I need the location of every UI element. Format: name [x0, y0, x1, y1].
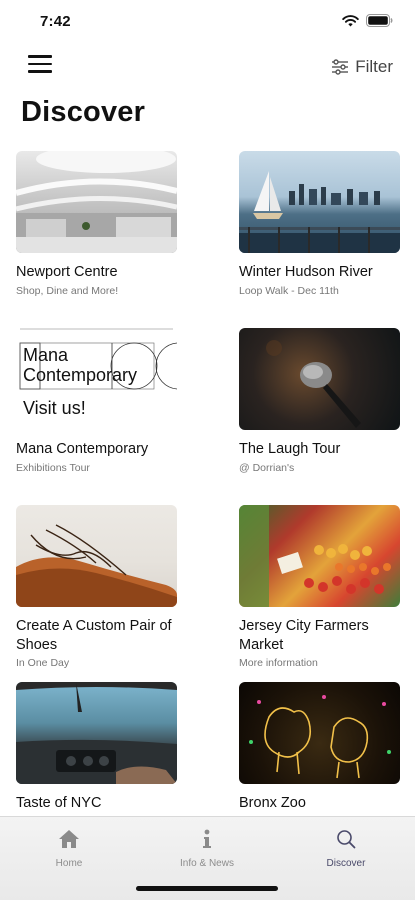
home-indicator[interactable]	[136, 886, 278, 891]
card-title: Taste of NYC	[16, 795, 102, 811]
menu-button[interactable]	[28, 55, 52, 77]
image-text-line: Mana	[23, 345, 69, 365]
tab-discover[interactable]: Discover	[296, 827, 396, 869]
card-subtitle: @ Dorrian's	[239, 461, 295, 474]
status-time: 7:42	[40, 13, 71, 30]
card-taste-of-nyc[interactable]: Taste of NYC	[16, 682, 177, 815]
card-image: Mana Contemporary Visit us!	[16, 328, 177, 430]
status-bar: 7:42	[0, 0, 415, 44]
card-bronx-zoo[interactable]: Bronx Zoo	[239, 682, 400, 815]
card-newport-centre[interactable]: Newport Centre Shop, Dine and More!	[16, 151, 177, 298]
sliders-icon	[331, 59, 349, 75]
card-jersey-city-farmers-market[interactable]: Jersey City Farmers Market More informat…	[239, 505, 400, 670]
card-image	[16, 151, 177, 253]
card-image	[239, 505, 400, 607]
card-image	[239, 682, 400, 784]
tab-info-news[interactable]: Info & News	[157, 827, 257, 869]
tab-label: Info & News	[180, 858, 234, 869]
tab-label: Discover	[326, 858, 366, 869]
tab-label: Home	[55, 858, 83, 869]
card-custom-shoes[interactable]: Create A Custom Pair of Shoes In One Day	[16, 505, 177, 670]
status-icons	[342, 14, 393, 27]
card-subtitle: Shop, Dine and More!	[16, 284, 119, 297]
card-subtitle: Exhibitions Tour	[16, 461, 90, 474]
page-title: Discover	[21, 96, 146, 128]
filter-label: Filter	[355, 57, 393, 76]
menu-line	[28, 70, 52, 73]
battery-icon	[366, 14, 393, 27]
tab-home[interactable]: Home	[19, 827, 119, 869]
card-subtitle: Loop Walk - Dec 11th	[239, 284, 339, 297]
image-text-line: Contemporary	[23, 365, 138, 385]
card-title: The Laugh Tour	[239, 441, 341, 457]
card-title: Newport Centre	[16, 264, 118, 280]
info-icon	[157, 827, 257, 851]
card-title: Mana Contemporary	[16, 441, 149, 457]
search-icon	[296, 827, 396, 851]
card-image	[239, 151, 400, 253]
card-image	[16, 682, 177, 784]
card-title: Jersey City Farmers Market	[239, 618, 369, 653]
top-nav: Filter	[0, 50, 415, 84]
card-image	[239, 328, 400, 430]
card-title: Winter Hudson River	[239, 264, 373, 280]
menu-line	[28, 62, 52, 65]
card-image	[16, 505, 177, 607]
card-subtitle: More information	[239, 657, 318, 669]
card-the-laugh-tour[interactable]: The Laugh Tour @ Dorrian's	[239, 328, 400, 475]
card-title: Bronx Zoo	[239, 795, 306, 811]
wifi-icon	[342, 14, 359, 27]
home-icon	[19, 827, 119, 851]
card-subtitle: In One Day	[16, 657, 70, 669]
menu-line	[28, 55, 52, 58]
card-title: Create A Custom Pair of Shoes	[16, 618, 172, 653]
card-winter-hudson-river[interactable]: Winter Hudson River Loop Walk - Dec 11th	[239, 151, 400, 298]
filter-button[interactable]: Filter	[331, 57, 393, 77]
card-mana-contemporary[interactable]: Mana Contemporary Visit us! Mana Contemp…	[16, 328, 177, 475]
image-text-line: Visit us!	[23, 398, 86, 418]
